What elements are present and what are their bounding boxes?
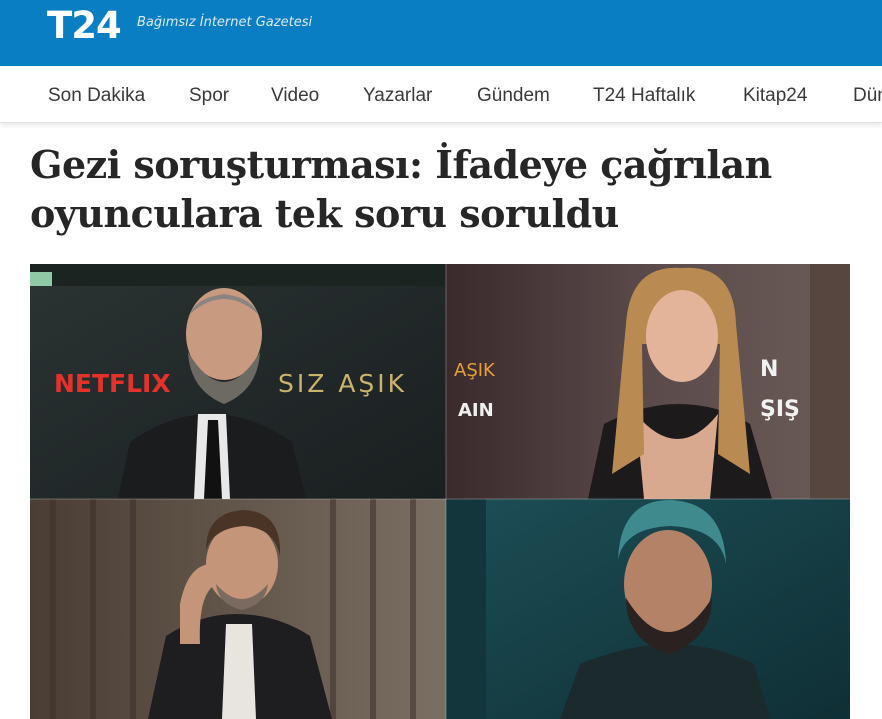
nav-item-video[interactable]: Video <box>271 66 319 122</box>
svg-text:SIZ AŞIK: SIZ AŞIK <box>278 369 407 398</box>
photo-bottom-right <box>446 499 850 719</box>
svg-text:NETFLIX: NETFLIX <box>54 369 171 398</box>
article-title: Gezi soruşturması: İfadeye çağrılan oyun… <box>30 142 772 236</box>
photo-top-left: NETFLIX SIZ AŞIK <box>30 264 446 499</box>
photo-bottom-left <box>30 499 446 719</box>
t24-logo[interactable]: T24 <box>47 6 122 46</box>
photo-top-right: AŞIK AIN N ŞIŞ <box>446 264 850 499</box>
svg-text:ŞIŞ: ŞIŞ <box>760 397 800 422</box>
collage-image: NETFLIX SIZ AŞIK AŞIK AIN N ŞIŞ <box>30 264 850 719</box>
svg-text:AIN: AIN <box>458 400 494 421</box>
nav-item-yazarlar[interactable]: Yazarlar <box>363 66 432 122</box>
article-photo-collage[interactable]: NETFLIX SIZ AŞIK AŞIK AIN N ŞIŞ <box>30 264 850 719</box>
nav-item-gundem[interactable]: Gündem <box>477 66 550 122</box>
main-nav: Son Dakika Spor Video Yazarlar Gündem T2… <box>0 66 882 123</box>
svg-text:AŞIK: AŞIK <box>454 360 496 381</box>
svg-text:N: N <box>760 357 778 382</box>
site-tagline: Bağımsız İnternet Gazetesi <box>137 15 313 30</box>
nav-item-spor[interactable]: Spor <box>189 66 229 122</box>
nav-item-kitap24[interactable]: Kitap24 <box>743 66 807 122</box>
nav-item-t24-haftalik[interactable]: T24 Haftalık <box>593 66 695 122</box>
nav-item-dunya[interactable]: Dün <box>853 66 882 122</box>
nav-item-son-dakika[interactable]: Son Dakika <box>48 66 145 122</box>
site-header: T24 Bağımsız İnternet Gazetesi <box>0 0 882 66</box>
